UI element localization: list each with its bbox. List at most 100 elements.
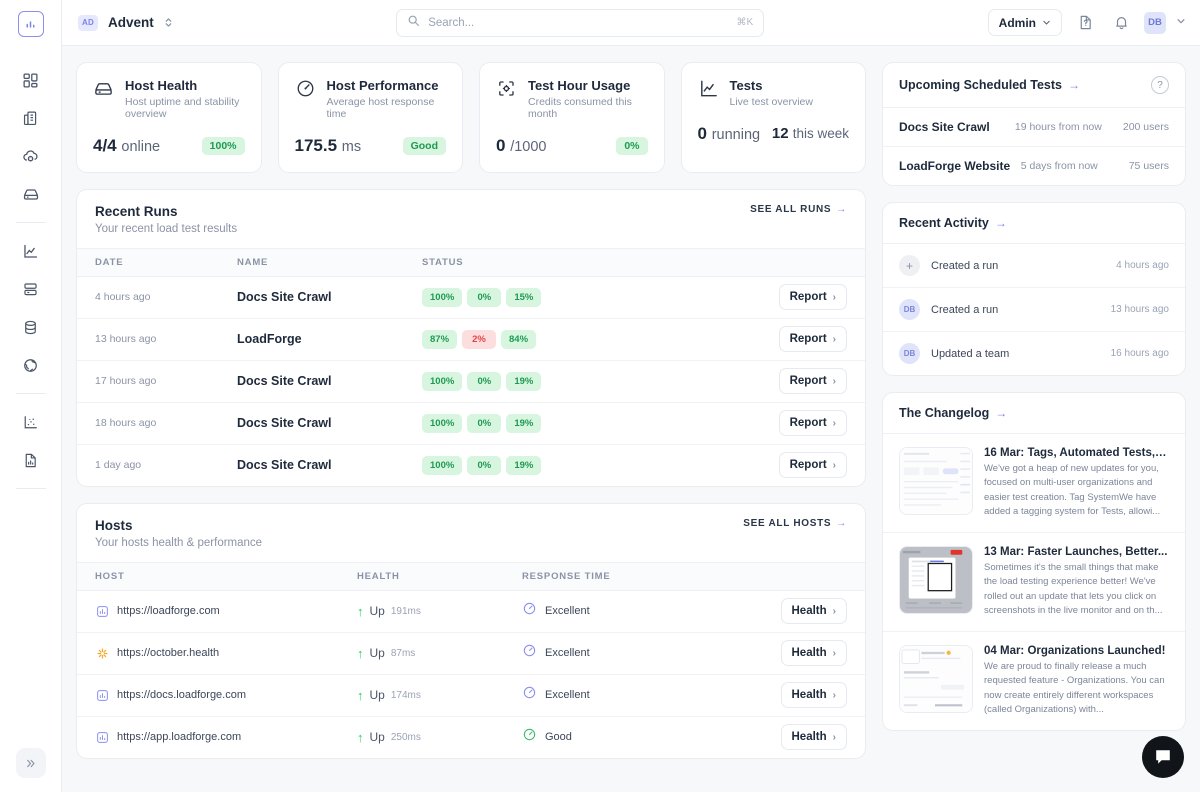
report-button[interactable]: Report› (779, 326, 847, 352)
report-button[interactable]: Report› (779, 452, 847, 478)
avatar: DB (899, 343, 920, 364)
see-all-hosts-link[interactable]: SEE ALL HOSTS→ (743, 518, 847, 529)
gauge-icon (522, 601, 537, 621)
loadforge-icon (95, 730, 109, 744)
run-status-badges: 87% 2% 84% (422, 330, 536, 349)
chevron-down-icon (1042, 18, 1051, 27)
host-url: https://october.health (117, 647, 219, 659)
table-row[interactable]: 4 hours ago Docs Site Crawl 100% 0% 15% … (77, 276, 865, 318)
search-area: Search... ⌘K (183, 9, 978, 37)
sidebar-item-analytics[interactable] (12, 403, 50, 441)
run-name: Docs Site Crawl (237, 416, 331, 430)
sidebar-item-organizations[interactable] (12, 99, 50, 137)
report-button[interactable]: Report› (779, 410, 847, 436)
october-icon (95, 646, 109, 660)
notifications-button[interactable] (1108, 10, 1134, 36)
sidebar-item-hosts[interactable] (12, 175, 50, 213)
org-switcher-chevron-icon[interactable] (164, 16, 173, 29)
report-button[interactable]: Report› (779, 284, 847, 310)
sidebar-item-cloud[interactable] (12, 137, 50, 175)
list-item[interactable]: 16 Mar: Tags, Automated Tests, R... We'v… (883, 434, 1185, 533)
health-button[interactable]: Health› (781, 640, 848, 666)
sidebar-group-primary (12, 61, 50, 213)
list-item[interactable]: Docs Site Crawl 19 hours from now 200 us… (883, 108, 1185, 147)
table-row[interactable]: 13 hours ago LoadForge 87% 2% 84% Report… (77, 318, 865, 360)
activity-text: Updated a team (931, 348, 1100, 360)
list-item[interactable]: LoadForge Website 5 days from now 75 use… (883, 147, 1185, 185)
app-root: AD Advent Search... ⌘K (0, 0, 1200, 792)
changelog-card: The Changelog→ (882, 392, 1186, 731)
table-row[interactable]: https://october.health ↑ Up 87ms Excelle… (77, 632, 865, 674)
host-status: Up (370, 604, 385, 618)
stat-title: Host Health (125, 77, 245, 95)
sidebar-item-dashboard[interactable] (12, 61, 50, 99)
health-button[interactable]: Health› (781, 598, 848, 624)
chat-widget-button[interactable] (1142, 736, 1184, 778)
sidebar-group-secondary (12, 232, 50, 384)
sidebar-item-regions[interactable] (12, 346, 50, 384)
list-item[interactable]: DB Updated a team 16 hours ago (883, 332, 1185, 375)
table-row[interactable]: 18 hours ago Docs Site Crawl 100% 0% 19%… (77, 402, 865, 444)
see-all-runs-link[interactable]: SEE ALL RUNS→ (750, 204, 847, 215)
status-badge: 19% (506, 414, 541, 433)
avatar: DB (899, 299, 920, 320)
stat-value: 0 /1000 (496, 136, 547, 156)
help-circle-icon[interactable]: ? (1151, 76, 1169, 94)
changelog-thumbnail (899, 447, 973, 515)
header-actions: Admin DB (988, 9, 1186, 36)
arrow-right-icon: → (1068, 78, 1080, 92)
recent-activity-title[interactable]: Recent Activity→ (899, 216, 1007, 230)
table-row[interactable]: https://docs.loadforge.com ↑ Up 174ms Ex… (77, 674, 865, 716)
search-input[interactable]: Search... ⌘K (396, 9, 764, 37)
sidebar-collapse-toggle[interactable] (16, 748, 46, 778)
table-row[interactable]: https://app.loadforge.com ↑ Up 250ms Goo… (77, 716, 865, 758)
run-date: 18 hours ago (95, 417, 156, 429)
table-row[interactable]: https://loadforge.com ↑ Up 191ms Excelle… (77, 590, 865, 632)
sidebar-item-stack[interactable] (12, 270, 50, 308)
health-button[interactable]: Health› (781, 682, 848, 708)
arrow-up-icon: ↑ (357, 731, 364, 744)
status-badge: 87% (422, 330, 457, 349)
list-item[interactable]: 13 Mar: Faster Launches, Better... Somet… (883, 533, 1185, 632)
app-logo[interactable] (18, 11, 44, 37)
scheduled-tests-title[interactable]: Upcoming Scheduled Tests→ (899, 78, 1080, 92)
report-button[interactable]: Report› (779, 368, 847, 394)
run-status-badges: 100% 0% 19% (422, 414, 541, 433)
list-item[interactable]: + Created a run 4 hours ago (883, 244, 1185, 288)
admin-label: Admin (999, 16, 1036, 30)
run-status-badges: 100% 0% 15% (422, 288, 541, 307)
stat-value-week: 12 this week (772, 125, 849, 142)
help-document-icon (1077, 14, 1094, 31)
org-name[interactable]: Advent (108, 15, 154, 30)
user-avatar[interactable]: DB (1144, 12, 1166, 34)
table-row[interactable]: 17 hours ago Docs Site Crawl 100% 0% 19%… (77, 360, 865, 402)
table-header-row: HOST HEALTH RESPONSE TIME (77, 562, 865, 590)
stat-card-tests: Tests Live test overview 0 running 12 th… (681, 62, 867, 173)
table-row[interactable]: 1 day ago Docs Site Crawl 100% 0% 19% Re… (77, 444, 865, 486)
sidebar-item-data[interactable] (12, 308, 50, 346)
scheduled-tests-card: Upcoming Scheduled Tests→ ? Docs Site Cr… (882, 62, 1186, 186)
table-header-row: DATE NAME STATUS (77, 248, 865, 276)
stat-subtitle: Host uptime and stability overview (125, 96, 245, 120)
page-title: Recent Runs (95, 204, 237, 219)
sidebar-item-reports[interactable] (12, 441, 50, 479)
plus-icon: + (899, 255, 920, 276)
line-chart-icon (698, 78, 719, 104)
top-header: AD Advent Search... ⌘K (62, 0, 1200, 46)
column-header-status: STATUS (422, 248, 755, 276)
help-button[interactable] (1072, 10, 1098, 36)
user-menu-chevron-icon[interactable] (1176, 16, 1186, 29)
chevron-right-icon: › (833, 690, 836, 701)
list-item[interactable]: 04 Mar: Organizations Launched! We are p… (883, 632, 1185, 730)
changelog-title[interactable]: The Changelog→ (899, 406, 1007, 420)
arrow-right-icon: → (995, 406, 1007, 420)
scheduled-test-users: 75 users (1129, 160, 1169, 172)
list-item[interactable]: DB Created a run 13 hours ago (883, 288, 1185, 332)
health-button[interactable]: Health› (781, 724, 848, 750)
run-date: 17 hours ago (95, 375, 156, 387)
left-sidebar (0, 0, 62, 792)
column-header-actions (755, 562, 865, 590)
admin-dropdown-button[interactable]: Admin (988, 9, 1062, 36)
sidebar-item-tests[interactable] (12, 232, 50, 270)
chevron-right-icon: › (833, 334, 836, 345)
